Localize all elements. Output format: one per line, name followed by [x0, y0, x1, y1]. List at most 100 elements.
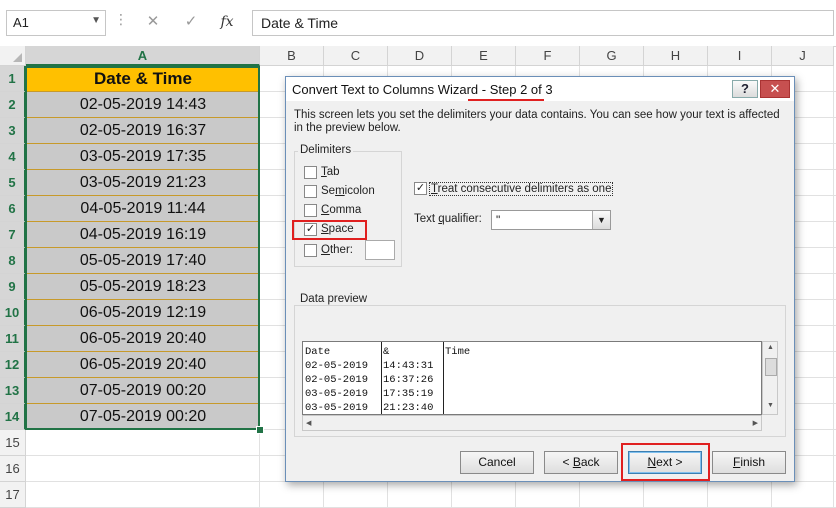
column-header-b[interactable]: B: [260, 46, 324, 66]
row-header[interactable]: 13: [0, 378, 26, 404]
column-header-c[interactable]: C: [324, 46, 388, 66]
scroll-up-icon[interactable]: ▲: [767, 344, 774, 351]
other-checkbox[interactable]: [304, 244, 317, 257]
fill-handle[interactable]: [256, 426, 264, 434]
cell[interactable]: 05-05-2019 18:23: [26, 274, 260, 300]
cancel-entry-icon[interactable]: ✕: [142, 11, 164, 33]
other-delimiter-input[interactable]: [365, 240, 395, 260]
dialog-titlebar[interactable]: Convert Text to Columns Wizard - Step 2 …: [286, 77, 794, 101]
column-header-g[interactable]: G: [580, 46, 644, 66]
scroll-down-icon[interactable]: ▼: [767, 402, 774, 409]
row-header[interactable]: 14: [0, 404, 26, 430]
row-header[interactable]: 1: [0, 66, 26, 92]
dialog-title-step: Step 2 of 3: [489, 82, 553, 97]
select-all-corner[interactable]: [0, 46, 26, 66]
column-header-i[interactable]: I: [708, 46, 772, 66]
cell[interactable]: 02-05-2019 16:37: [26, 118, 260, 144]
column-header-a[interactable]: A: [26, 46, 260, 66]
row-header[interactable]: 3: [0, 118, 26, 144]
tab-checkbox[interactable]: [304, 166, 317, 179]
step-underline-annotation: [468, 99, 544, 101]
dialog-description: This screen lets you set the delimiters …: [294, 109, 780, 134]
column-header-e[interactable]: E: [452, 46, 516, 66]
column-break-line[interactable]: [443, 342, 444, 414]
cell[interactable]: 04-05-2019 11:44: [26, 196, 260, 222]
row-header[interactable]: 17: [0, 482, 26, 508]
preview-cell: 02-05-2019: [305, 374, 369, 386]
row-header[interactable]: 15: [0, 430, 26, 456]
cell[interactable]: 07-05-2019 00:20: [26, 404, 260, 430]
semicolon-label: Semicolon: [321, 185, 375, 197]
chevron-down-icon[interactable]: ▼: [91, 15, 101, 26]
cell-a1-header[interactable]: Date & Time: [26, 66, 260, 92]
column-header-f[interactable]: F: [516, 46, 580, 66]
row-header[interactable]: 5: [0, 170, 26, 196]
column-header-j[interactable]: J: [772, 46, 834, 66]
cell[interactable]: 03-05-2019 17:35: [26, 144, 260, 170]
name-box[interactable]: A1 ▼: [6, 10, 106, 36]
row-header[interactable]: 9: [0, 274, 26, 300]
preview-cell: 17:35:19: [383, 388, 434, 400]
cell[interactable]: 04-05-2019 16:19: [26, 222, 260, 248]
space-label-accel: S: [321, 223, 329, 235]
cell[interactable]: 06-05-2019 20:40: [26, 326, 260, 352]
preview-cell: 21:23:40: [383, 402, 434, 414]
column-break-line[interactable]: [381, 342, 382, 414]
cell[interactable]: 06-05-2019 20:40: [26, 352, 260, 378]
preview-horizontal-scrollbar[interactable]: ◀ ▶: [302, 415, 762, 431]
row-header[interactable]: 4: [0, 144, 26, 170]
text-qualifier-select[interactable]: " ▼: [491, 210, 611, 230]
close-button[interactable]: ✕: [760, 80, 790, 98]
row-header[interactable]: 6: [0, 196, 26, 222]
treat-consecutive-checkbox[interactable]: ✓: [414, 182, 427, 195]
insert-function-icon[interactable]: fx: [216, 11, 238, 33]
help-button[interactable]: ?: [732, 80, 758, 98]
text-qualifier-label: Text qualifier:: [414, 213, 482, 225]
preview-vertical-scrollbar[interactable]: ▲ ▼: [762, 341, 778, 415]
row-header[interactable]: 10: [0, 300, 26, 326]
delimiters-label: Delimiters: [298, 144, 354, 156]
preview-cell: 02-05-2019: [305, 360, 369, 372]
text-qualifier-value: ": [496, 213, 501, 227]
chevron-down-icon[interactable]: ▼: [592, 211, 610, 229]
preview-cell: Date: [305, 346, 331, 358]
finish-accel: F: [732, 455, 741, 469]
row-header[interactable]: 16: [0, 456, 26, 482]
cell[interactable]: 05-05-2019 17:40: [26, 248, 260, 274]
cancel-button[interactable]: Cancel: [460, 451, 534, 474]
cell[interactable]: 07-05-2019 00:20: [26, 378, 260, 404]
next-button[interactable]: Next >: [628, 451, 702, 474]
column-header-h[interactable]: H: [644, 46, 708, 66]
row-header[interactable]: 11: [0, 326, 26, 352]
scroll-thumb[interactable]: [765, 358, 777, 376]
text-to-columns-dialog: Convert Text to Columns Wizard - Step 2 …: [285, 76, 795, 482]
cell[interactable]: 06-05-2019 12:19: [26, 300, 260, 326]
drag-handle-icon[interactable]: ⋮: [114, 11, 128, 28]
formula-value: Date & Time: [261, 15, 339, 31]
row-header[interactable]: 2: [0, 92, 26, 118]
back-button[interactable]: < Back: [544, 451, 618, 474]
data-preview-grid[interactable]: Date & Time 02-05-2019 14:43:31 02-05-2019 16:…: [302, 341, 762, 415]
row-header[interactable]: 7: [0, 222, 26, 248]
comma-checkbox[interactable]: [304, 204, 317, 217]
column-header-d[interactable]: D: [388, 46, 452, 66]
space-checkbox[interactable]: ✓: [304, 223, 317, 236]
cell[interactable]: 03-05-2019 21:23: [26, 170, 260, 196]
enter-entry-icon[interactable]: ✓: [180, 11, 202, 33]
semicolon-checkbox[interactable]: [304, 185, 317, 198]
cell[interactable]: 02-05-2019 14:43: [26, 92, 260, 118]
space-label: Space: [321, 223, 354, 235]
select-all-icon: [13, 53, 22, 62]
preview-cell: 03-05-2019: [305, 402, 369, 414]
finish-button[interactable]: Finish: [712, 451, 786, 474]
scroll-right-icon[interactable]: ▶: [753, 419, 758, 427]
data-preview-label: Data preview: [298, 293, 370, 305]
row-header[interactable]: 8: [0, 248, 26, 274]
formula-input[interactable]: Date & Time: [252, 10, 834, 36]
text-qualifier-accel: q: [438, 213, 445, 225]
formula-bar: A1 ▼ ⋮ ✕ ✓ fx Date & Time: [0, 0, 836, 47]
row-header[interactable]: 12: [0, 352, 26, 378]
scroll-left-icon[interactable]: ◀: [306, 419, 311, 427]
semicolon-label-accel: m: [335, 185, 345, 197]
tab-label: Tab: [321, 166, 340, 178]
